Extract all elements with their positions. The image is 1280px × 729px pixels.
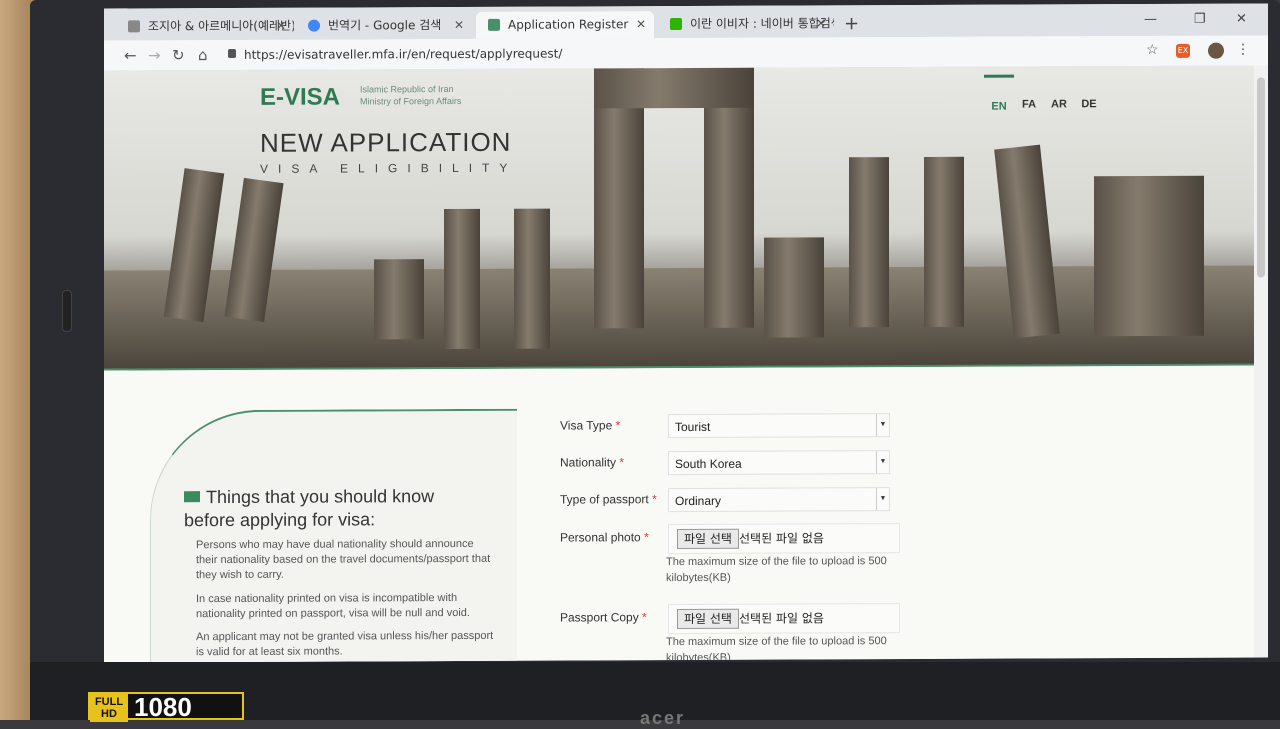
url-field[interactable]: https://evisatraveller.mfa.ir/en/request… xyxy=(244,47,562,62)
label-text: Personal photo xyxy=(560,530,641,545)
label-text: Passport Copy xyxy=(560,610,639,625)
label-text: Nationality xyxy=(560,455,617,470)
tab-bar: 조지아 & 아르메니아(예레반) 여 ✕ 번역기 - Google 검색 ✕ A… xyxy=(104,3,1268,41)
file-size-hint: The maximum size of the file to upload i… xyxy=(666,635,887,663)
google-icon xyxy=(308,19,320,32)
required-mark: * xyxy=(615,418,621,433)
info-paragraph: An applicant may not be granted visa unl… xyxy=(196,629,494,659)
minimize-button[interactable]: — xyxy=(1144,12,1157,27)
pen-icon xyxy=(128,20,140,33)
chevron-down-icon: ▼ xyxy=(876,451,889,474)
nationality-select[interactable]: South Korea ▼ xyxy=(668,450,890,476)
label-text: Type of passport xyxy=(560,492,649,507)
lang-ar[interactable]: AR xyxy=(1044,98,1074,110)
label-text: Visa Type xyxy=(560,418,613,433)
page-scrollbar[interactable] xyxy=(1254,65,1268,658)
close-icon[interactable]: ✕ xyxy=(276,13,286,40)
scrollbar-thumb[interactable] xyxy=(1257,77,1265,278)
new-tab-button[interactable]: + xyxy=(844,13,859,34)
tab-label: 조지아 & 아르메니아(예레반) 여 xyxy=(148,18,294,34)
required-mark: * xyxy=(619,455,625,470)
extension-icon[interactable]: EX xyxy=(1176,43,1190,58)
file-size-hint: The maximum size of the file to upload i… xyxy=(666,555,887,585)
lang-fa[interactable]: FA xyxy=(1014,98,1044,110)
personal-photo-file-input: 파일 선택 선택된 파일 없음 xyxy=(668,523,900,555)
tab-label: Application Register xyxy=(508,17,629,32)
close-icon[interactable]: ✕ xyxy=(816,10,826,37)
choose-file-button[interactable]: 파일 선택 xyxy=(677,528,739,550)
ruin-pillar xyxy=(764,237,824,338)
logo-sub-country: Islamic Republic of Iran xyxy=(360,84,454,95)
tab-google[interactable]: 번역기 - Google 검색 ✕ xyxy=(296,11,472,40)
flag-icon xyxy=(184,491,200,503)
evisa-logo[interactable]: E-VISA xyxy=(260,84,340,112)
ruin-pillar xyxy=(444,208,480,350)
ruin-pillar xyxy=(374,259,424,340)
info-title-text: Things that you should know before apply… xyxy=(184,486,435,531)
close-icon[interactable]: ✕ xyxy=(636,11,646,38)
sticker-label: FULL HD xyxy=(90,694,128,722)
home-button[interactable]: ⌂ xyxy=(198,46,208,64)
info-title: Things that you should know before apply… xyxy=(184,485,484,532)
tab-label: 이란 이비자 : 네이버 통합검색 xyxy=(690,16,834,31)
info-paragraph: In case nationality printed on visa is i… xyxy=(196,591,470,621)
page-title: NEW APPLICATION xyxy=(260,126,512,158)
tab-application-register[interactable]: Application Register ✕ xyxy=(476,11,654,39)
page-subtitle: VISA ELIGIBILITY xyxy=(260,160,518,176)
logo-sub-ministry: Ministry of Foreign Affairs xyxy=(360,95,462,107)
nationality-label: Nationality * xyxy=(560,455,624,469)
ruin-pillar xyxy=(924,156,964,327)
avatar[interactable] xyxy=(1208,42,1224,59)
forward-button[interactable]: → xyxy=(148,46,161,64)
chevron-down-icon: ▼ xyxy=(876,488,889,511)
naver-icon xyxy=(670,18,682,31)
passport-copy-label: Passport Copy * xyxy=(560,610,647,624)
menu-icon[interactable]: ⋮ xyxy=(1236,42,1250,58)
passport-type-label: Type of passport * xyxy=(560,492,657,506)
maximize-button[interactable]: ❐ xyxy=(1194,12,1206,27)
back-button[interactable]: ← xyxy=(124,46,137,64)
webcam-slot xyxy=(62,290,72,332)
star-icon[interactable]: ☆ xyxy=(1146,42,1159,58)
reload-button[interactable]: ↻ xyxy=(172,46,185,64)
evisa-icon xyxy=(488,18,500,31)
close-icon[interactable]: ✕ xyxy=(454,12,464,39)
required-mark: * xyxy=(644,530,649,545)
main-content: Things that you should know before apply… xyxy=(104,365,1268,663)
required-mark: * xyxy=(642,610,647,625)
ruin-lintel xyxy=(594,67,754,109)
lang-en[interactable]: EN xyxy=(984,74,1014,113)
visa-type-label: Visa Type * xyxy=(560,418,620,432)
select-value: South Korea xyxy=(675,456,742,472)
required-mark: * xyxy=(652,492,657,507)
ruin-pillar xyxy=(1094,175,1204,337)
visa-type-select[interactable]: Tourist ▼ xyxy=(668,413,890,439)
tab-georgia[interactable]: 조지아 & 아르메니아(예레반) 여 ✕ xyxy=(116,12,294,41)
sticker-number: 1080 xyxy=(134,692,192,722)
select-value: Tourist xyxy=(675,419,711,435)
hero-banner: E-VISA Islamic Republic of Iran Ministry… xyxy=(104,65,1254,371)
tab-label: 번역기 - Google 검색 xyxy=(328,18,442,33)
close-window-button[interactable]: ✕ xyxy=(1236,12,1247,27)
info-panel xyxy=(150,408,517,663)
lang-de[interactable]: DE xyxy=(1074,98,1104,110)
no-file-text: 선택된 파일 없음 xyxy=(739,611,824,626)
ruin-pillar xyxy=(514,208,550,349)
logo-subtitle: Islamic Republic of Iran Ministry of For… xyxy=(360,83,461,107)
choose-file-button[interactable]: 파일 선택 xyxy=(677,608,739,630)
personal-photo-label: Personal photo * xyxy=(560,530,649,544)
chevron-down-icon: ▼ xyxy=(876,414,889,437)
laptop-screen: 조지아 & 아르메니아(예레반) 여 ✕ 번역기 - Google 검색 ✕ A… xyxy=(104,3,1268,663)
passport-type-select[interactable]: Ordinary ▼ xyxy=(668,487,890,513)
passport-copy-file-input: 파일 선택 선택된 파일 없음 xyxy=(668,603,900,635)
no-file-text: 선택된 파일 없음 xyxy=(739,531,824,546)
full-hd-sticker: FULL HD 1080 xyxy=(88,692,244,722)
ruins-ground xyxy=(104,265,1254,371)
info-paragraph: Persons who may have dual nationality sh… xyxy=(196,537,491,582)
select-value: Ordinary xyxy=(675,493,722,509)
tab-naver[interactable]: 이란 이비자 : 네이버 통합검색 ✕ xyxy=(658,10,834,39)
lock-icon xyxy=(228,48,236,58)
ruin-pillar xyxy=(849,157,889,328)
